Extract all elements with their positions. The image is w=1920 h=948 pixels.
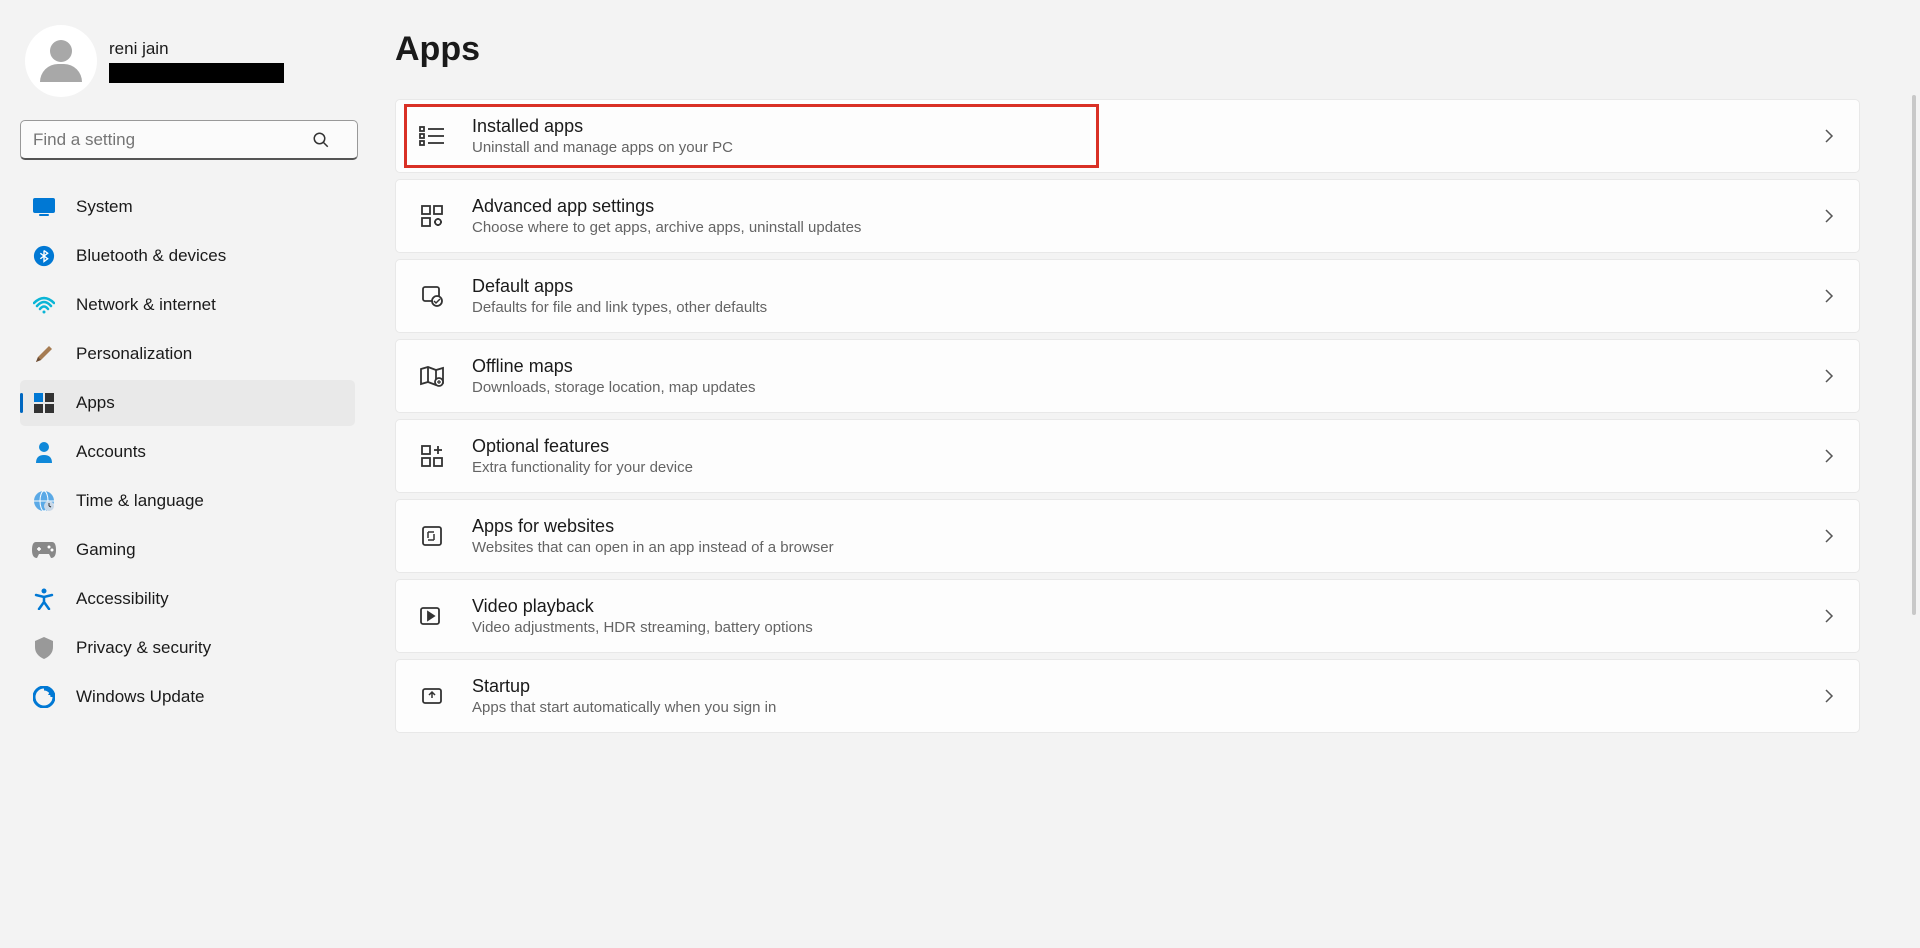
chevron-right-icon bbox=[1821, 368, 1837, 384]
sidebar-item-gaming[interactable]: Gaming bbox=[20, 527, 355, 573]
profile-section[interactable]: reni jain bbox=[20, 20, 355, 112]
card-video-playback[interactable]: Video playback Video adjustments, HDR st… bbox=[395, 579, 1860, 653]
sidebar-item-label: Personalization bbox=[76, 344, 192, 364]
bluetooth-icon bbox=[32, 244, 56, 268]
card-title: Startup bbox=[472, 676, 1795, 697]
search-input[interactable] bbox=[20, 120, 358, 160]
installed-apps-icon bbox=[418, 122, 446, 150]
system-icon bbox=[32, 195, 56, 219]
sidebar-item-accessibility[interactable]: Accessibility bbox=[20, 576, 355, 622]
scrollbar[interactable] bbox=[1912, 95, 1916, 615]
card-desc: Uninstall and manage apps on your PC bbox=[472, 139, 1795, 156]
card-installed-apps[interactable]: Installed apps Uninstall and manage apps… bbox=[395, 99, 1860, 173]
profile-name: reni jain bbox=[109, 39, 284, 59]
apps-for-websites-icon bbox=[418, 522, 446, 550]
sidebar-item-label: System bbox=[76, 197, 133, 217]
settings-card-list: Installed apps Uninstall and manage apps… bbox=[395, 99, 1860, 733]
gaming-icon bbox=[32, 538, 56, 562]
sidebar-item-label: Accessibility bbox=[76, 589, 169, 609]
sidebar-item-label: Apps bbox=[76, 393, 115, 413]
avatar bbox=[25, 25, 97, 97]
sidebar-item-label: Bluetooth & devices bbox=[76, 246, 226, 266]
default-apps-icon bbox=[418, 282, 446, 310]
sidebar-item-personalization[interactable]: Personalization bbox=[20, 331, 355, 377]
nav-list: System Bluetooth & devices Network & int… bbox=[20, 184, 355, 720]
optional-features-icon bbox=[418, 442, 446, 470]
card-desc: Choose where to get apps, archive apps, … bbox=[472, 219, 1795, 236]
advanced-app-settings-icon bbox=[418, 202, 446, 230]
sidebar-item-privacy[interactable]: Privacy & security bbox=[20, 625, 355, 671]
offline-maps-icon bbox=[418, 362, 446, 390]
search-icon bbox=[312, 131, 330, 149]
startup-icon bbox=[418, 682, 446, 710]
card-desc: Websites that can open in an app instead… bbox=[472, 539, 1795, 556]
card-title: Optional features bbox=[472, 436, 1795, 457]
card-title: Installed apps bbox=[472, 116, 1795, 137]
sidebar-item-bluetooth[interactable]: Bluetooth & devices bbox=[20, 233, 355, 279]
card-offline-maps[interactable]: Offline maps Downloads, storage location… bbox=[395, 339, 1860, 413]
card-apps-for-websites[interactable]: Apps for websites Websites that can open… bbox=[395, 499, 1860, 573]
card-title: Default apps bbox=[472, 276, 1795, 297]
card-default-apps[interactable]: Default apps Defaults for file and link … bbox=[395, 259, 1860, 333]
time-language-icon bbox=[32, 489, 56, 513]
privacy-icon bbox=[32, 636, 56, 660]
page-title: Apps bbox=[395, 30, 1860, 69]
card-desc: Defaults for file and link types, other … bbox=[472, 299, 1795, 316]
sidebar-item-label: Accounts bbox=[76, 442, 146, 462]
sidebar-item-network[interactable]: Network & internet bbox=[20, 282, 355, 328]
profile-email-redacted bbox=[109, 63, 284, 83]
card-title: Video playback bbox=[472, 596, 1795, 617]
card-optional-features[interactable]: Optional features Extra functionality fo… bbox=[395, 419, 1860, 493]
search-wrap bbox=[20, 120, 355, 160]
network-icon bbox=[32, 293, 56, 317]
card-startup[interactable]: Startup Apps that start automatically wh… bbox=[395, 659, 1860, 733]
accounts-icon bbox=[32, 440, 56, 464]
sidebar-item-label: Privacy & security bbox=[76, 638, 211, 658]
card-title: Apps for websites bbox=[472, 516, 1795, 537]
sidebar-item-label: Network & internet bbox=[76, 295, 216, 315]
sidebar-item-label: Gaming bbox=[76, 540, 136, 560]
sidebar-item-system[interactable]: System bbox=[20, 184, 355, 230]
card-desc: Downloads, storage location, map updates bbox=[472, 379, 1795, 396]
apps-icon bbox=[32, 391, 56, 415]
card-desc: Video adjustments, HDR streaming, batter… bbox=[472, 619, 1795, 636]
personalization-icon bbox=[32, 342, 56, 366]
chevron-right-icon bbox=[1821, 208, 1837, 224]
profile-text: reni jain bbox=[109, 39, 284, 83]
card-desc: Apps that start automatically when you s… bbox=[472, 699, 1795, 716]
chevron-right-icon bbox=[1821, 688, 1837, 704]
card-title: Advanced app settings bbox=[472, 196, 1795, 217]
sidebar-item-time-language[interactable]: Time & language bbox=[20, 478, 355, 524]
sidebar-item-accounts[interactable]: Accounts bbox=[20, 429, 355, 475]
card-title: Offline maps bbox=[472, 356, 1795, 377]
sidebar: reni jain System Bluetooth & devices bbox=[0, 0, 370, 948]
sidebar-item-windows-update[interactable]: Windows Update bbox=[20, 674, 355, 720]
card-advanced-app-settings[interactable]: Advanced app settings Choose where to ge… bbox=[395, 179, 1860, 253]
chevron-right-icon bbox=[1821, 448, 1837, 464]
card-desc: Extra functionality for your device bbox=[472, 459, 1795, 476]
accessibility-icon bbox=[32, 587, 56, 611]
sidebar-item-label: Windows Update bbox=[76, 687, 205, 707]
sidebar-item-apps[interactable]: Apps bbox=[20, 380, 355, 426]
main-content: Apps Installed apps Uninstall and manage… bbox=[370, 0, 1920, 948]
windows-update-icon bbox=[32, 685, 56, 709]
chevron-right-icon bbox=[1821, 608, 1837, 624]
chevron-right-icon bbox=[1821, 288, 1837, 304]
chevron-right-icon bbox=[1821, 128, 1837, 144]
video-playback-icon bbox=[418, 602, 446, 630]
sidebar-item-label: Time & language bbox=[76, 491, 204, 511]
chevron-right-icon bbox=[1821, 528, 1837, 544]
